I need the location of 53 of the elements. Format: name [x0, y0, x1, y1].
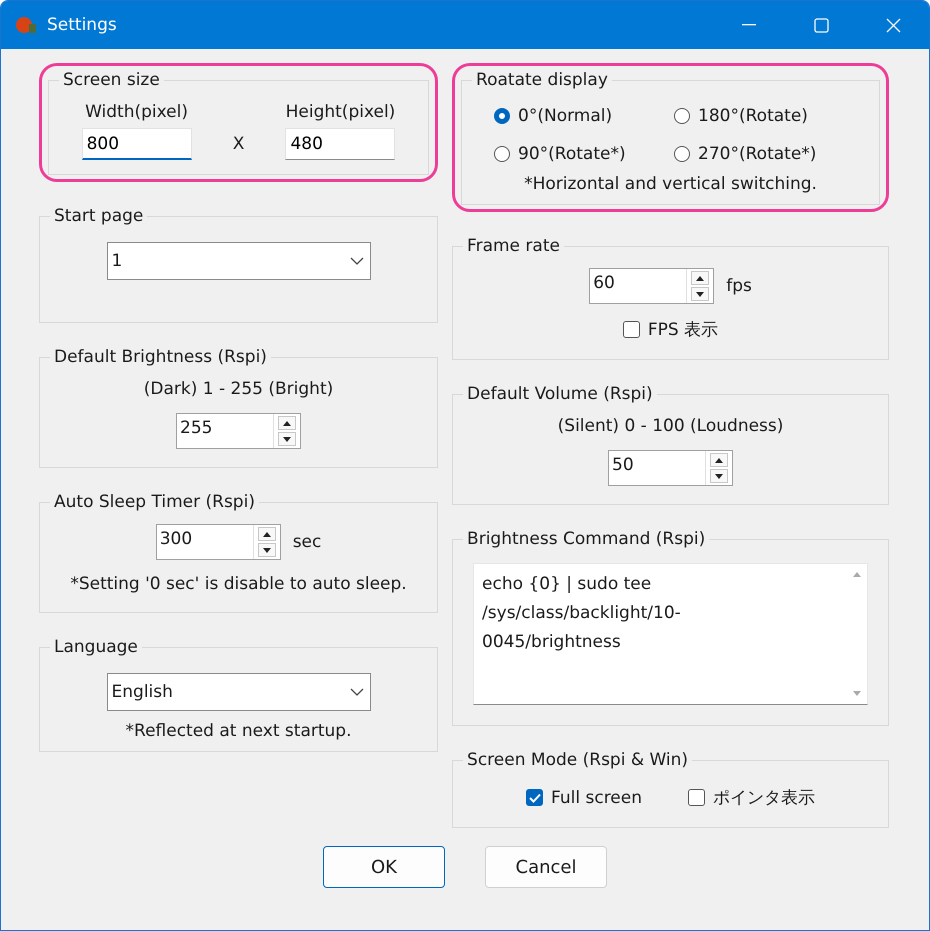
group-title: Screen size [62, 70, 161, 90]
number-field[interactable]: 300 [156, 524, 281, 560]
checkbox[interactable]: Full screen [526, 786, 642, 809]
note-text: *Setting '0 sec' is disable to auto sleep. [70, 574, 407, 594]
radio-button[interactable]: 270°(Rotate*) [674, 144, 854, 164]
unit-label: fps [726, 276, 752, 296]
checkbox[interactable]: FPS 表示 [622, 318, 718, 341]
group-title: Brightness Command (Rspi) [466, 529, 706, 549]
chevron-icon [350, 257, 364, 265]
input-field[interactable]: 480 [285, 128, 396, 160]
close-icon [886, 18, 900, 32]
group-title: Default Volume (Rspi) [466, 384, 654, 404]
range-label: (Dark) 1 - 255 (Bright) [144, 379, 334, 399]
maximize-icon [814, 18, 828, 32]
group-title: Start page [53, 206, 144, 226]
group-title: Frame rate [466, 236, 561, 256]
group-title: Auto Sleep Timer (Rspi) [53, 492, 256, 512]
group-title: Default Brightness (Rspi) [53, 347, 268, 367]
input-field[interactable]: 800 [82, 128, 192, 160]
spin-up-button[interactable] [278, 416, 296, 430]
range-label: (Silent) 0 - 100 (Loudness) [558, 416, 784, 436]
checkmark-icon [528, 792, 541, 802]
radio-button[interactable]: 0°(Normal) [494, 106, 674, 126]
number-field[interactable]: 60 [589, 268, 714, 304]
dropdown[interactable]: English [106, 673, 371, 711]
dialog-button[interactable]: Cancel [485, 846, 607, 888]
dialog-button[interactable]: OK [323, 846, 445, 888]
spin-up-button[interactable] [258, 527, 276, 541]
dropdown[interactable]: 1 [106, 242, 371, 280]
note-text: *Horizontal and vertical switching. [523, 174, 818, 194]
checkbox[interactable]: ポインタ表示 [688, 786, 816, 809]
chevron-icon [350, 688, 364, 696]
number-field[interactable]: 255 [176, 413, 302, 449]
unit-label: sec [292, 532, 322, 552]
group-title: Roatate display [475, 70, 609, 90]
spin-down-button[interactable] [691, 287, 710, 301]
field-label: Height(pixel) [286, 102, 396, 122]
spin-up-button[interactable] [691, 271, 710, 285]
group-title: Screen Mode (Rspi & Win) [466, 750, 690, 770]
separator-label: X [232, 134, 244, 156]
spin-up-button[interactable] [710, 453, 728, 467]
app-icon [15, 15, 37, 35]
spin-down-button[interactable] [710, 469, 728, 483]
minimize-icon [742, 24, 756, 26]
spin-down-button[interactable] [258, 543, 276, 557]
radio-button[interactable]: 90°(Rotate*) [494, 144, 674, 164]
radio-button[interactable]: 180°(Rotate) [674, 106, 854, 126]
note-text: *Reflected at next startup. [124, 721, 352, 741]
spin-down-button[interactable] [278, 432, 296, 446]
group-title: Language [53, 637, 139, 657]
window-title: Settings [47, 15, 118, 35]
number-field[interactable]: 50 [608, 450, 734, 486]
field-label: Width(pixel) [85, 102, 188, 122]
